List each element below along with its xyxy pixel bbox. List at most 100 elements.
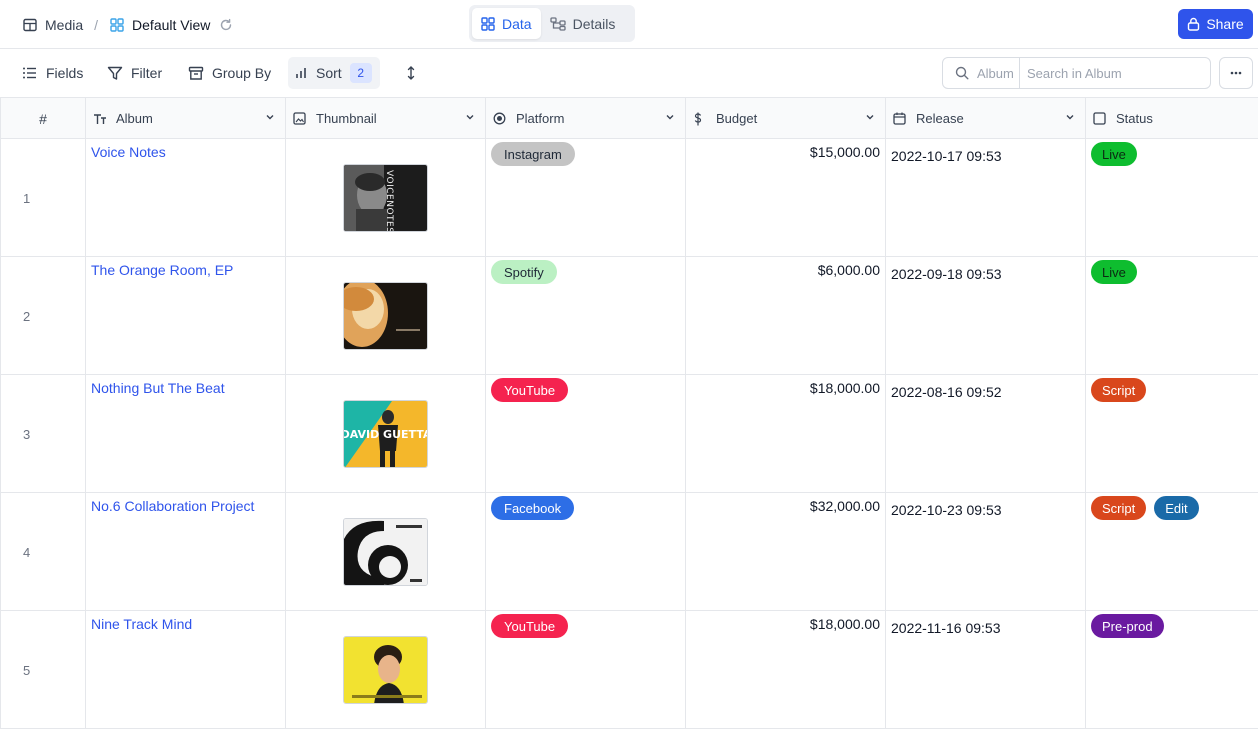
sort-button[interactable]: Sort 2 (288, 57, 380, 89)
thumbnail-caption: VOICENOTES (384, 170, 394, 232)
tab-data[interactable]: Data (472, 8, 541, 39)
column-header-status[interactable]: Status (1086, 98, 1258, 139)
fields-label: Fields (46, 65, 84, 81)
album-thumbnail[interactable] (343, 282, 428, 350)
row-number: 4 (0, 493, 86, 611)
status-cell[interactable]: Script Edit (1086, 493, 1258, 611)
album-thumbnail[interactable] (343, 518, 428, 586)
release-cell[interactable]: 2022-10-23 09:53 (886, 493, 1086, 611)
tab-details[interactable]: Details (541, 8, 625, 39)
platform-cell[interactable]: Instagram (486, 139, 686, 257)
album-thumbnail[interactable] (343, 636, 428, 704)
status-cell[interactable]: Live (1086, 139, 1258, 257)
chevron-down-icon[interactable] (865, 112, 875, 122)
table-row[interactable]: 5 Nine Track Mind YouTube $18,000.00 202… (0, 611, 1258, 729)
column-header-platform[interactable]: Platform (486, 98, 686, 139)
budget-cell[interactable]: $6,000.00 (686, 257, 886, 375)
row-height-button[interactable] (400, 57, 430, 89)
data-grid: # Album Thumbnail Platform Budget Releas… (0, 98, 1258, 729)
column-header-budget-label: Budget (716, 111, 758, 126)
column-header-thumbnail-label: Thumbnail (316, 111, 377, 126)
table-row[interactable]: 3 Nothing But The Beat DAVID GUETTA YouT… (0, 375, 1258, 493)
tab-details-label: Details (572, 15, 616, 32)
album-cell[interactable]: The Orange Room, EP (86, 257, 286, 375)
chevron-down-icon[interactable] (465, 112, 475, 122)
album-cell[interactable]: Nine Track Mind (86, 611, 286, 729)
share-button[interactable]: Share (1178, 9, 1253, 39)
row-number: 2 (0, 257, 86, 375)
album-link[interactable]: Voice Notes (91, 144, 166, 160)
album-thumbnail[interactable]: VOICENOTES (343, 164, 428, 232)
search-scope-label: Album (977, 65, 1014, 81)
budget-cell[interactable]: $18,000.00 (686, 611, 886, 729)
more-options-button[interactable] (1219, 57, 1253, 89)
thumbnail-cell[interactable] (286, 257, 486, 375)
thumbnail-caption: DAVID GUETTA (344, 428, 428, 441)
budget-value: $18,000.00 (809, 616, 880, 632)
more-dots-icon (1230, 71, 1242, 75)
album-link[interactable]: Nine Track Mind (91, 616, 192, 632)
album-link[interactable]: Nothing But The Beat (91, 380, 225, 396)
breadcrumb-parent[interactable]: Media (45, 17, 83, 33)
column-header-thumbnail[interactable]: Thumbnail (286, 98, 486, 139)
row-number: 1 (0, 139, 86, 257)
filter-button[interactable]: Filter (101, 57, 168, 89)
album-cell[interactable]: No.6 Collaboration Project (86, 493, 286, 611)
group-by-label: Group By (212, 65, 272, 81)
breadcrumb: Media / Default View (22, 14, 233, 36)
album-cell[interactable]: Voice Notes (86, 139, 286, 257)
release-cell[interactable]: 2022-11-16 09:53 (886, 611, 1086, 729)
status-cell[interactable]: Script (1086, 375, 1258, 493)
table-row[interactable]: 4 No.6 Collaboration Project Facebook $3… (0, 493, 1258, 611)
platform-cell[interactable]: YouTube (486, 375, 686, 493)
platform-cell[interactable]: YouTube (486, 611, 686, 729)
release-cell[interactable]: 2022-10-17 09:53 (886, 139, 1086, 257)
grid-view-icon (109, 17, 125, 33)
thumbnail-cell[interactable]: VOICENOTES (286, 139, 486, 257)
release-date: 2022-09-18 09:53 (891, 266, 1002, 282)
thumbnail-cell[interactable] (286, 611, 486, 729)
chevron-down-icon[interactable] (665, 112, 675, 122)
album-link[interactable]: No.6 Collaboration Project (91, 498, 254, 514)
album-cell[interactable]: Nothing But The Beat (86, 375, 286, 493)
column-header-number: # (0, 98, 86, 139)
view-switcher: Data Details (469, 5, 635, 42)
budget-cell[interactable]: $32,000.00 (686, 493, 886, 611)
budget-cell[interactable]: $15,000.00 (686, 139, 886, 257)
album-link[interactable]: The Orange Room, EP (91, 262, 233, 278)
thumbnail-cell[interactable] (286, 493, 486, 611)
table-icon (22, 17, 38, 33)
chevron-down-icon[interactable] (265, 112, 275, 122)
column-header-release-label: Release (916, 111, 964, 126)
budget-cell[interactable]: $18,000.00 (686, 375, 886, 493)
fields-button[interactable]: Fields (16, 57, 89, 89)
column-header-budget[interactable]: Budget (686, 98, 886, 139)
lock-icon (1188, 17, 1200, 31)
search-scope-select[interactable]: Album (943, 58, 1020, 88)
search-input[interactable] (1020, 58, 1210, 88)
release-cell[interactable]: 2022-08-16 09:52 (886, 375, 1086, 493)
refresh-icon[interactable] (219, 18, 233, 32)
single-select-icon (493, 112, 507, 125)
table-row[interactable]: 1 Voice Notes VOICENOTES Instagram $15,0… (0, 139, 1258, 257)
column-header-status-label: Status (1116, 111, 1153, 126)
group-by-button[interactable]: Group By (182, 57, 277, 89)
budget-value: $32,000.00 (809, 498, 880, 514)
bar-sort-icon (296, 68, 306, 78)
budget-value: $6,000.00 (817, 262, 880, 278)
toolbar: Fields Filter Group By Sort 2 Album (0, 49, 1258, 98)
search-icon (955, 66, 969, 80)
column-header-album[interactable]: Album (86, 98, 286, 139)
release-cell[interactable]: 2022-09-18 09:53 (886, 257, 1086, 375)
platform-cell[interactable]: Spotify (486, 257, 686, 375)
column-header-release[interactable]: Release (886, 98, 1086, 139)
platform-tag: YouTube (491, 378, 569, 402)
album-thumbnail[interactable]: DAVID GUETTA (343, 400, 428, 468)
status-cell[interactable]: Pre-prod (1086, 611, 1258, 729)
platform-cell[interactable]: Facebook (486, 493, 686, 611)
thumbnail-cell[interactable]: DAVID GUETTA (286, 375, 486, 493)
view-name[interactable]: Default View (132, 17, 210, 33)
chevron-down-icon[interactable] (1065, 112, 1075, 122)
status-cell[interactable]: Live (1086, 257, 1258, 375)
table-row[interactable]: 2 The Orange Room, EP Spotify $6,000.00 … (0, 257, 1258, 375)
